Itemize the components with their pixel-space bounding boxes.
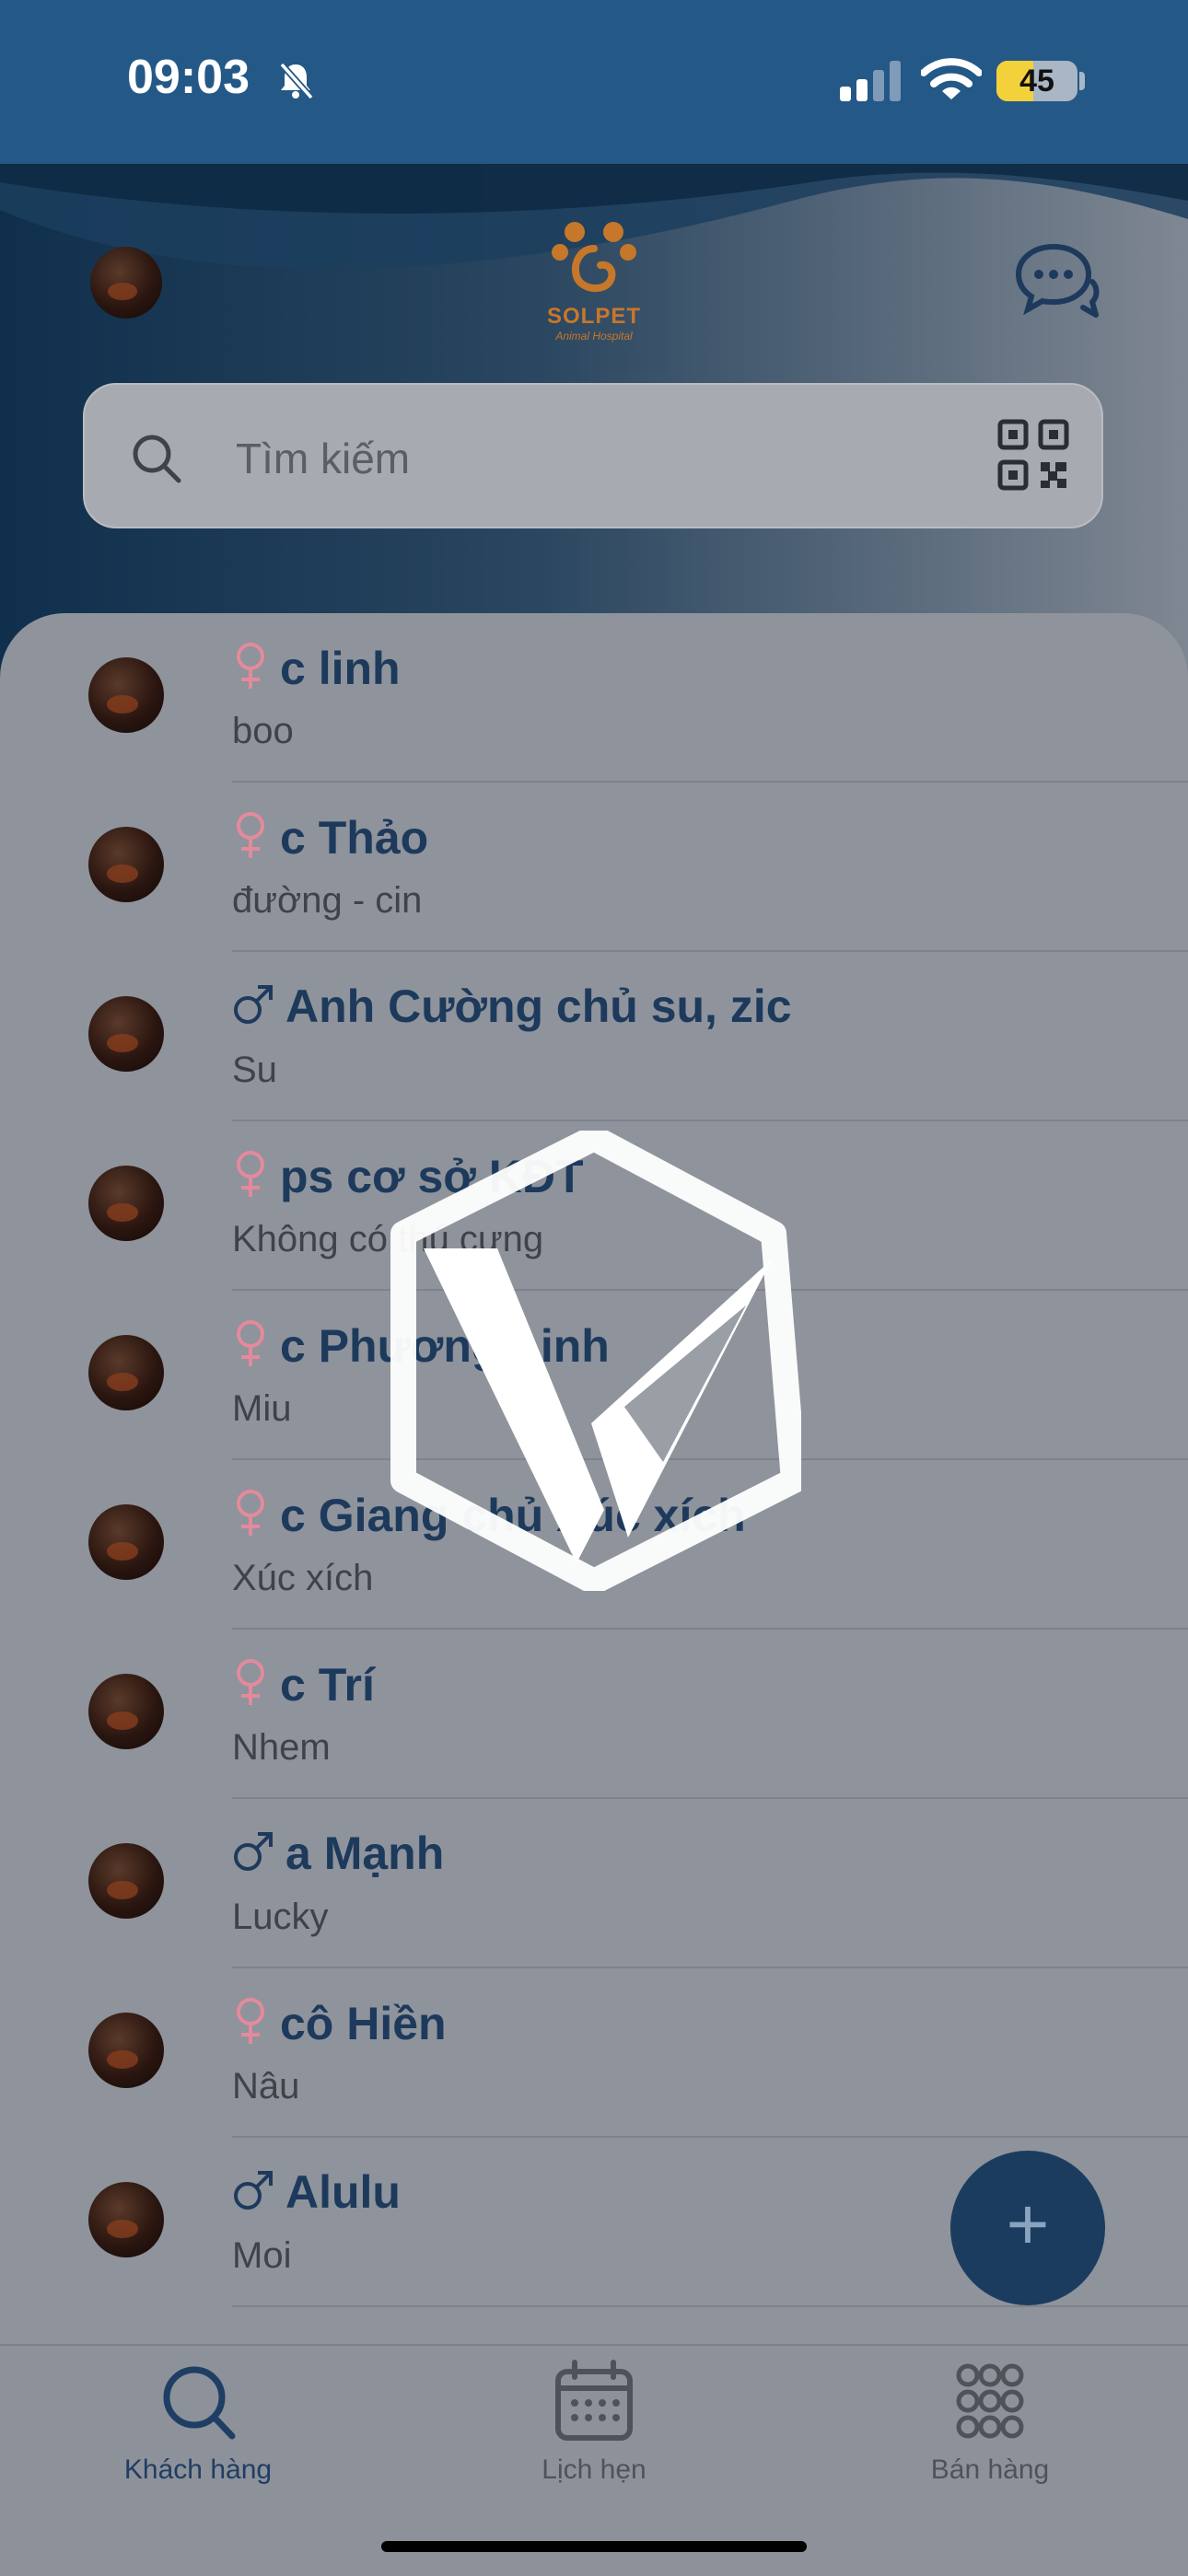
qr-scan-icon[interactable] [996, 418, 1070, 496]
customer-name-line: c Trí [232, 1657, 375, 1712]
battery-percent: 45 [1019, 64, 1054, 99]
female-gender-icon [232, 1318, 269, 1373]
list-item[interactable]: Anh Cường chủ su, zic Su [0, 952, 1188, 1121]
pet-name: Lucky [232, 1897, 329, 1937]
customer-name: c Thảo [280, 811, 429, 864]
customer-name: a Mạnh [285, 1828, 445, 1879]
bell-muted-icon [274, 59, 317, 106]
customer-name-line: a Mạnh [232, 1827, 444, 1882]
pet-avatar [88, 827, 164, 902]
customer-name-line: Anh Cường chủ su, zic [232, 980, 792, 1035]
search-icon [163, 2366, 236, 2440]
tab-sales[interactable]: Bán hàng [792, 2346, 1188, 2530]
plus-icon: + [1006, 2183, 1050, 2265]
pet-name: Nhem [232, 1727, 331, 1768]
customer-name: Anh Cường chủ su, zic [285, 981, 792, 1032]
customer-name: Alulu [285, 2166, 401, 2218]
pet-name: đường - cin [232, 880, 423, 921]
pet-avatar [88, 1166, 164, 1241]
male-gender-icon [232, 1830, 274, 1877]
customer-name-line: c Thảo [232, 810, 428, 865]
tab-customers[interactable]: Khách hàng [0, 2346, 396, 2530]
wifi-icon [920, 57, 983, 106]
male-gender-icon [232, 983, 274, 1030]
list-item[interactable]: c Trí Nhem [0, 1630, 1188, 1799]
pet-name: Miu [232, 1388, 292, 1429]
logo-brand-text: SOLPET [546, 304, 641, 329]
calendar-icon [555, 2360, 633, 2441]
tab-customers-label: Khách hàng [123, 2454, 273, 2485]
pet-name: boo [232, 711, 294, 751]
search-input[interactable] [234, 422, 974, 495]
female-gender-icon [232, 810, 269, 864]
pet-name: Su [232, 1050, 277, 1090]
pet-avatar [88, 1335, 164, 1410]
home-indicator[interactable] [381, 2541, 807, 2552]
pet-avatar [88, 2013, 164, 2088]
tab-appointments[interactable]: Lịch hẹn [396, 2346, 792, 2530]
pet-name: Moi [232, 2235, 292, 2276]
pet-avatar [88, 1843, 164, 1919]
female-gender-icon [232, 1657, 269, 1712]
pet-avatar [88, 996, 164, 1072]
tab-appointments-label: Lịch hẹn [542, 2454, 646, 2485]
grid-icon [956, 2363, 1024, 2439]
battery-tip [1079, 72, 1085, 90]
search-bar[interactable] [83, 383, 1103, 528]
pet-avatar [88, 1504, 164, 1580]
row-divider [232, 2305, 1188, 2307]
battery-icon: 45 [996, 61, 1077, 101]
female-gender-icon [232, 1488, 269, 1542]
search-icon [131, 433, 182, 489]
list-item[interactable]: c Thảo đường - cin [0, 783, 1188, 952]
female-gender-icon [232, 641, 269, 695]
customer-name-line: Alulu [232, 2165, 401, 2221]
add-customer-button[interactable]: + [950, 2151, 1105, 2305]
customer-name: c linh [280, 642, 401, 694]
pet-avatar [88, 1674, 164, 1749]
list-item[interactable]: cô Hiền Nâu [0, 1968, 1188, 2138]
pet-avatar [88, 657, 164, 733]
status-time: 09:03 [127, 51, 250, 104]
chat-icon[interactable] [1013, 239, 1100, 327]
tab-sales-label: Bán hàng [930, 2454, 1050, 2485]
app-watermark-logo [390, 1131, 801, 1591]
solpet-logo: SOLPET Animal Hospital [532, 212, 656, 342]
list-item[interactable]: c linh boo [0, 613, 1188, 783]
logo-subtitle: Animal Hospital [555, 330, 633, 342]
list-item[interactable]: a Mạnh Lucky [0, 1799, 1188, 1968]
cellular-signal-icon [840, 61, 906, 106]
pet-name: Nâu [232, 2066, 300, 2106]
app-header: SOLPET Animal Hospital [0, 164, 1188, 679]
female-gender-icon [232, 1149, 269, 1203]
customer-name-line: cô Hiền [232, 1996, 447, 2051]
male-gender-icon [232, 2169, 274, 2216]
status-bar: 09:03 45 [0, 0, 1188, 164]
pet-avatar [88, 2182, 164, 2257]
user-avatar[interactable] [90, 247, 162, 319]
paw-logo-icon [552, 222, 636, 293]
customer-name: c Trí [280, 1658, 375, 1711]
customer-name: cô Hiền [280, 1997, 447, 2049]
customer-name-line: c linh [232, 641, 401, 696]
pet-name: Xúc xích [232, 1558, 374, 1598]
female-gender-icon [232, 1996, 269, 2050]
